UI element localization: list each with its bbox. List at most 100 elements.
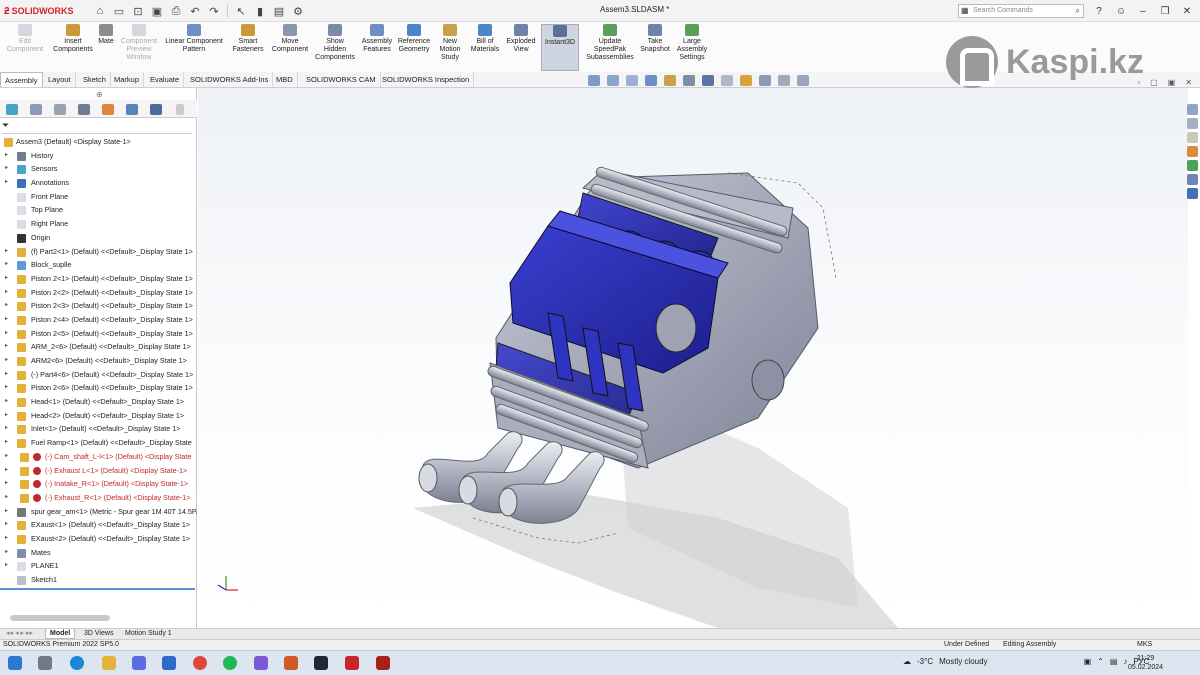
expand-chevron-icon[interactable]: ▸ xyxy=(5,313,8,327)
dynamic-annotation-icon[interactable] xyxy=(664,75,676,86)
tree-item[interactable]: ▸ (-) Inatake_R<1> (Default) <Display Sta… xyxy=(0,477,197,491)
bottom-tab-motion-study-1[interactable]: Motion Study 1 xyxy=(121,629,176,639)
expand-chevron-icon[interactable]: ▸ xyxy=(5,491,8,505)
weather-temp[interactable]: -3°C xyxy=(917,657,933,666)
expand-chevron-icon[interactable]: ▸ xyxy=(5,354,8,368)
search-commands-input[interactable]: ▦ Search Commands ⌕ xyxy=(958,4,1084,18)
tree-item[interactable]: ▸ Piston 2<4> (Default) <<Default>_Displa… xyxy=(0,313,197,327)
tray-app-icon[interactable]: ▣ xyxy=(1084,657,1092,666)
expand-chevron-icon[interactable]: ▸ xyxy=(5,518,8,532)
expand-chevron-icon[interactable]: ▸ xyxy=(5,368,8,382)
help-icon[interactable]: ? xyxy=(1092,3,1106,19)
custom-properties-icon[interactable] xyxy=(1186,174,1198,185)
tree-item[interactable]: ▸ Mates xyxy=(0,546,197,560)
ribbon-button-linear-component-pattern[interactable]: Linear Component Pattern xyxy=(162,24,226,54)
view-orientation-icon[interactable] xyxy=(683,75,695,86)
tree-item[interactable]: Sketch1 xyxy=(0,573,197,587)
solidworks-resources-icon[interactable] xyxy=(1186,104,1198,115)
edit-appearance-icon[interactable] xyxy=(740,75,752,86)
expand-chevron-icon[interactable]: ▸ xyxy=(5,505,8,519)
tree-item[interactable]: Top Plane xyxy=(0,203,197,217)
tree-item[interactable]: Front Plane xyxy=(0,190,197,204)
ribbon-button-reference-geometry[interactable]: Reference Geometry xyxy=(396,24,432,54)
dota-icon[interactable] xyxy=(376,656,390,670)
tree-root-assembly[interactable]: Assem3 (Default) <Display State-1> xyxy=(0,135,197,149)
tree-item[interactable]: ▸ (-) Cam_shaft_L-l<1> (Default) <Display… xyxy=(0,450,197,464)
ribbon-button-edit-component[interactable]: Edit Component xyxy=(2,24,48,54)
forum-icon[interactable] xyxy=(1186,188,1198,199)
mail-icon[interactable] xyxy=(162,656,176,670)
expand-chevron-icon[interactable]: ▸ xyxy=(5,176,8,190)
file-explorer-icon[interactable] xyxy=(1186,132,1198,143)
display-style-icon[interactable] xyxy=(702,75,714,86)
ribbon-button-move-component[interactable]: Move Component xyxy=(270,24,310,54)
spotify-icon[interactable] xyxy=(223,656,237,670)
user-icon[interactable]: ☺ xyxy=(1114,3,1128,19)
panel-grip-icon[interactable]: ⊕ xyxy=(96,90,103,99)
bottom-tab-3d-views[interactable]: 3D Views xyxy=(80,629,117,639)
tab-scroll-arrows-icon[interactable]: ◂◂ ◂ ▸ ▸▸ xyxy=(2,629,37,639)
rebuild-icon[interactable]: ▮ xyxy=(252,3,268,19)
tree-item[interactable]: Right Plane xyxy=(0,217,197,231)
previous-view-icon[interactable] xyxy=(626,75,638,86)
spur-gear[interactable] xyxy=(751,359,785,401)
tree-item[interactable]: ▸ Piston 2<5> (Default) <<Default>_Displa… xyxy=(0,327,197,341)
tree-item[interactable]: ▸ ARM2<6> (Default) <<Default>_Display St… xyxy=(0,354,197,368)
steam-icon[interactable] xyxy=(314,656,328,670)
expand-chevron-icon[interactable]: ▸ xyxy=(5,272,8,286)
expand-chevron-icon[interactable]: ▸ xyxy=(5,450,8,464)
tree-item[interactable]: ▸ (f) Part2<1> (Default) <<Default>_Displ… xyxy=(0,245,197,259)
engine-assembly-model[interactable] xyxy=(198,88,1188,628)
tab-solidworks-cam[interactable]: SOLIDWORKS CAM xyxy=(302,72,381,87)
expand-chevron-icon[interactable]: ▸ xyxy=(5,381,8,395)
tree-filter[interactable]: ⏷ xyxy=(2,120,192,134)
tab-feature-tree[interactable] xyxy=(0,100,24,118)
ribbon-button-bill-of-materials[interactable]: Bill of Materials xyxy=(470,24,500,54)
open-icon[interactable]: ⊡ xyxy=(130,3,146,19)
edge-icon[interactable] xyxy=(70,656,84,670)
new-document-icon[interactable]: ▭ xyxy=(111,3,127,19)
view-settings-icon[interactable] xyxy=(778,75,790,86)
expand-chevron-icon[interactable]: ▸ xyxy=(5,436,8,450)
tree-item[interactable]: ▸ Piston 2<3> (Default) <<Default>_Displa… xyxy=(0,299,197,313)
design-library-icon[interactable] xyxy=(1186,118,1198,129)
tree-item[interactable]: ▸ Piston 2<6> (Default) <<Default>_Displa… xyxy=(0,381,197,395)
file-properties-icon[interactable]: ▤ xyxy=(271,3,287,19)
ribbon-button-smart-fasteners[interactable]: Smart Fasteners xyxy=(231,24,265,54)
graphics-area[interactable] xyxy=(198,88,1188,628)
tree-item[interactable]: ▸ Block_suplle xyxy=(0,258,197,272)
tree-item[interactable]: ▸ Annotations xyxy=(0,176,197,190)
tab-display-manager[interactable] xyxy=(96,100,120,118)
tree-item[interactable]: ▸ ARM_2<6> (Default) <<Default>_Display S… xyxy=(0,340,197,354)
tree-item[interactable]: ▸ (-) Exhaust_R<1> (Default) <Display Sta… xyxy=(0,491,197,505)
store-icon[interactable] xyxy=(132,656,146,670)
chevron-up-icon[interactable]: ⌃ xyxy=(1097,657,1104,666)
tab-property-manager[interactable] xyxy=(24,100,48,118)
task-view-icon[interactable] xyxy=(38,656,52,670)
search-icon[interactable]: ⌕ xyxy=(1076,5,1080,17)
tree-item[interactable]: ▸ Piston 2<1> (Default) <<Default>_Displa… xyxy=(0,272,197,286)
expand-chevron-icon[interactable]: ▸ xyxy=(5,327,8,341)
expand-chevron-icon[interactable]: ▸ xyxy=(5,464,8,478)
expand-chevron-icon[interactable]: ▸ xyxy=(5,477,8,491)
tree-item[interactable]: ▸ EXaust<1> (Default) <<Default>_Display … xyxy=(0,518,197,532)
viewport-restore-icon[interactable]: ▫ xyxy=(1137,78,1140,87)
tree-item[interactable]: ▸ Fuel Ramp<1> (Default) <<Default>_Displ… xyxy=(0,436,197,450)
ribbon-button-instant3d[interactable]: Instant3D xyxy=(541,24,579,71)
section-view-icon[interactable] xyxy=(645,75,657,86)
tree-item[interactable]: ▸ Head<2> (Default) <<Default>_Display St… xyxy=(0,409,197,423)
tab-cam-feature[interactable] xyxy=(120,100,144,118)
ribbon-button-show-hidden-components[interactable]: Show Hidden Components xyxy=(315,24,355,62)
select-arrow-icon[interactable]: ↖ xyxy=(233,3,249,19)
display-monitor-icon[interactable] xyxy=(797,75,809,86)
game-launcher-icon[interactable] xyxy=(284,656,298,670)
tree-horizontal-scrollbar[interactable] xyxy=(10,615,110,621)
viewport-tile-icon[interactable]: ▢ xyxy=(1150,78,1158,87)
tree-item[interactable]: ▸ (-) Part4<6> (Default) <<Default>_Displ… xyxy=(0,368,197,382)
tree-item[interactable]: ▸ (-) Exhaust L<1> (Default) <Display Sta… xyxy=(0,464,197,478)
ribbon-button-take-snapshot[interactable]: Take Snapshot xyxy=(640,24,670,54)
rollback-bar[interactable] xyxy=(0,588,195,590)
apply-scene-icon[interactable] xyxy=(759,75,771,86)
expand-chevron-icon[interactable]: ▸ xyxy=(5,340,8,354)
hide-show-items-icon[interactable] xyxy=(721,75,733,86)
